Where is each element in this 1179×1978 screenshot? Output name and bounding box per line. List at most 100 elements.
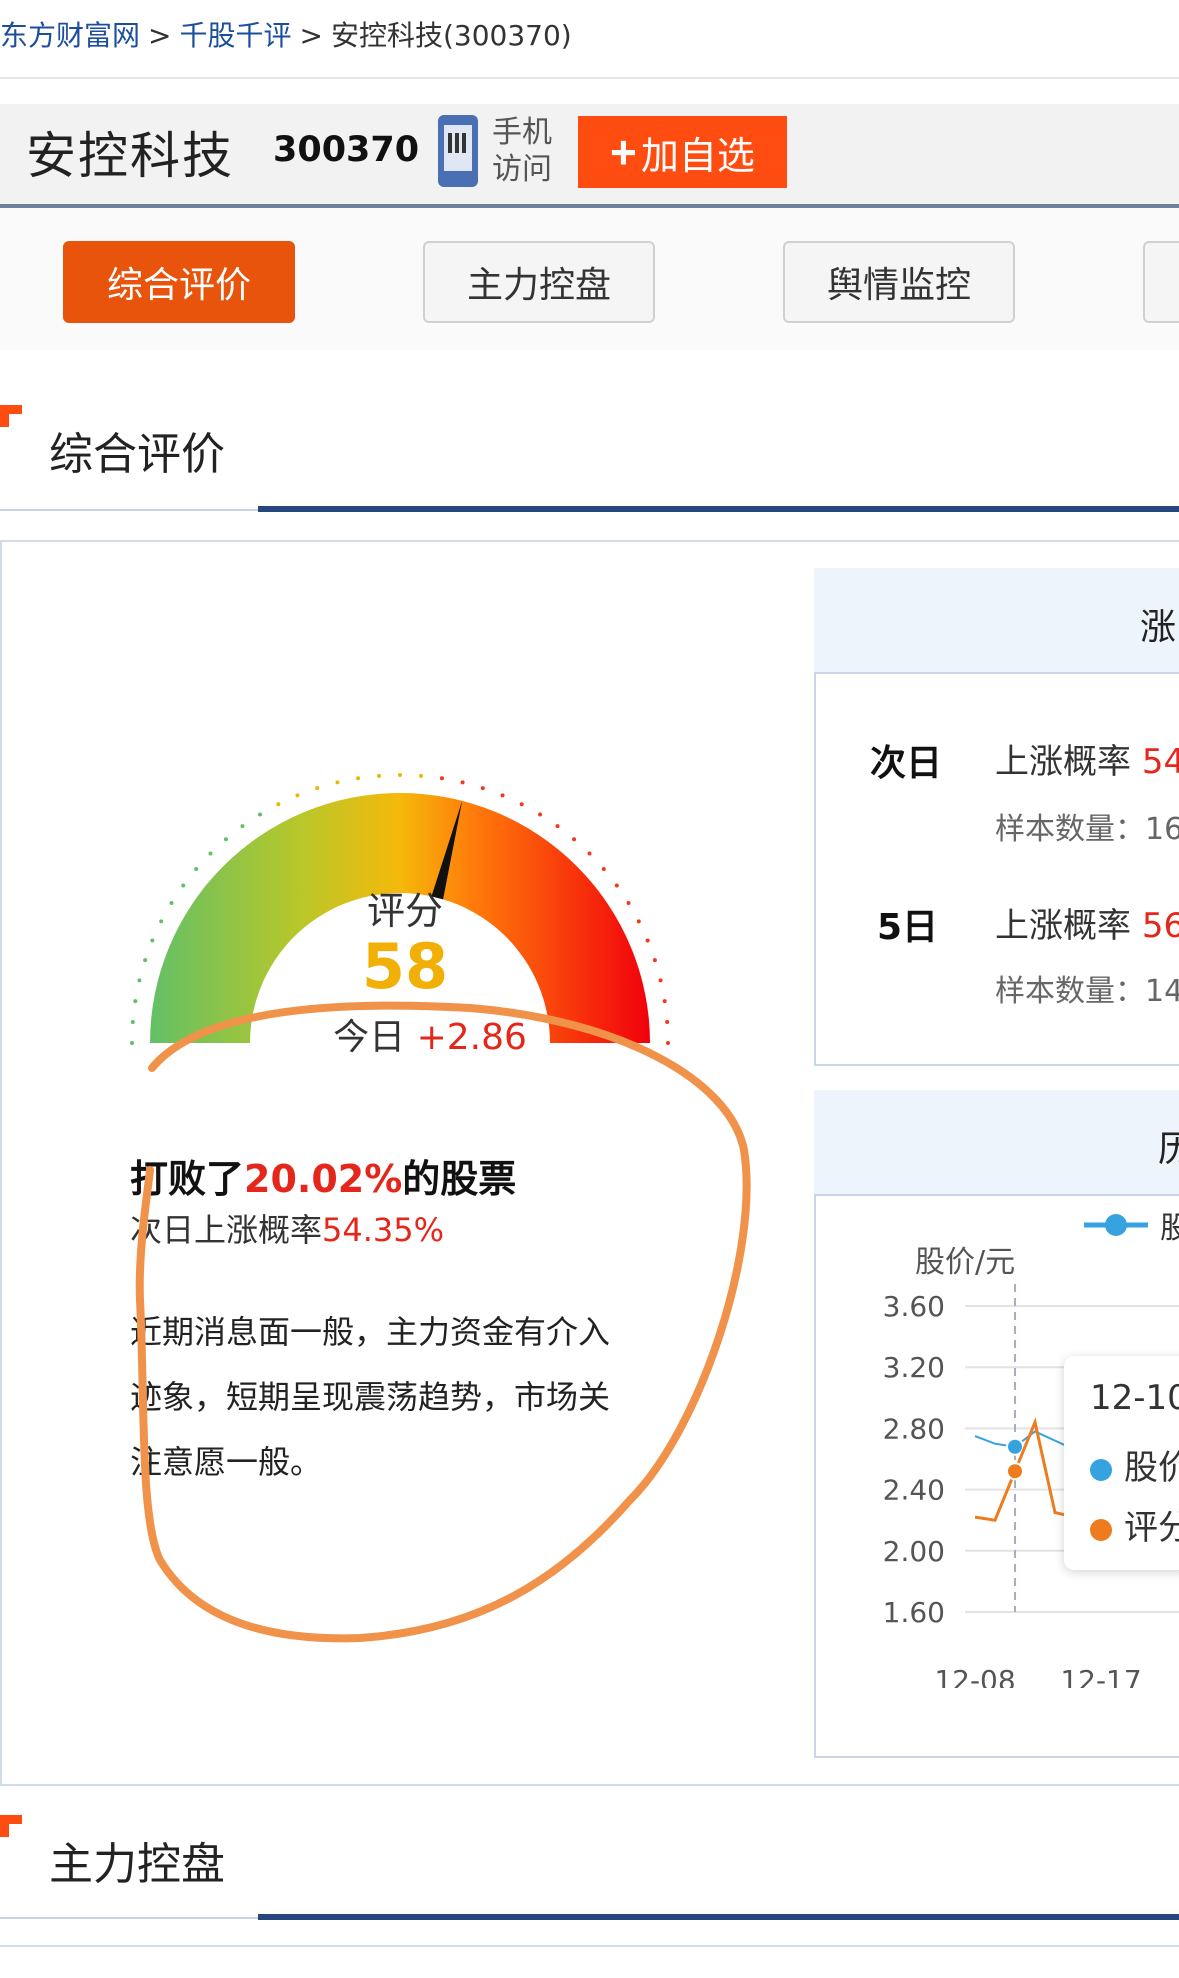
plus-icon: +	[610, 126, 637, 178]
score-series-line	[974, 1417, 1076, 1522]
gauge-tick-dot	[645, 938, 650, 943]
today-change: 今日 +2.86	[300, 1008, 560, 1060]
gauge-tick-dot	[181, 883, 186, 888]
tooltip-price-label: 股价	[1124, 1448, 1179, 1488]
row-next-day-sample: 样本数量：16	[995, 804, 1179, 848]
gauge-tick-dot	[636, 919, 641, 924]
next-day-label: 次日上涨概率	[130, 1211, 323, 1249]
mobile-access-link[interactable]: 手机 访问	[492, 114, 552, 188]
price-highlight-point	[1006, 1437, 1024, 1456]
gauge-tick-dot	[626, 900, 631, 905]
tab-next[interactable]	[1143, 241, 1179, 323]
section-corner-mark	[0, 405, 22, 427]
y-tick-label: 2.40	[883, 1474, 945, 1507]
mobile-qr-icon[interactable]	[438, 115, 478, 187]
tooltip-score-label: 评分	[1124, 1508, 1179, 1548]
next-day-percent: 54.35%	[322, 1211, 445, 1249]
gauge-tick-dot	[601, 866, 606, 871]
gauge-tick-dot	[133, 999, 138, 1004]
score-label: 评分	[366, 889, 443, 933]
tab-main-control[interactable]: 主力控盘	[423, 241, 655, 323]
rise-card-title: 涨	[1140, 607, 1177, 648]
chart-tooltip: 12-10 股价 评分	[1064, 1356, 1179, 1570]
gauge-tick-dot	[614, 883, 619, 888]
y-tick-label: 2.80	[883, 1412, 945, 1445]
tab-sentiment-monitor[interactable]: 舆情监控	[783, 241, 1015, 323]
gauge-tick-dot	[666, 1041, 670, 1045]
next-day-probability: 次日上涨概率54.35%	[130, 1205, 444, 1251]
prob-value: 54	[1141, 742, 1179, 782]
x-tick-label: 12-17	[1060, 1664, 1141, 1688]
gauge-tick-dot	[130, 1041, 134, 1045]
control-panel-top	[0, 1945, 1179, 1978]
gauge-tick-dot	[652, 958, 657, 963]
divider	[0, 77, 1179, 79]
x-tick-label: 12-08	[934, 1664, 1015, 1688]
gauge-tick-dot	[130, 1019, 135, 1024]
gauge-tick-dot	[315, 786, 320, 791]
score-dot-icon	[1090, 1518, 1112, 1541]
gauge-tick-dot	[419, 773, 424, 778]
stock-name: 安控科技	[26, 127, 234, 185]
gauge-tick-dot	[240, 824, 245, 829]
breadcrumb: 东方财富网 > 千股千评 > 安控科技(300370)	[0, 14, 572, 54]
row-next-day-label: 次日	[870, 743, 943, 784]
gauge-tick-dot	[223, 837, 228, 842]
section-title-overall: 综合评价	[49, 429, 225, 480]
section-title-control: 主力控盘	[49, 1839, 225, 1890]
row-5day-sample: 样本数量：14	[995, 966, 1179, 1010]
gauge-tick-dot	[208, 851, 213, 856]
row-5day-prob: 上涨概率 56	[995, 898, 1179, 947]
prob-label: 上涨概率	[995, 742, 1131, 782]
gauge-tick-dot	[662, 999, 667, 1004]
prob-value: 56	[1141, 906, 1179, 946]
beat-suffix: 的股票	[402, 1157, 517, 1201]
row-5day-label: 5日	[877, 907, 939, 948]
mobile-label-line1: 手机	[492, 115, 552, 150]
beat-percent: 20.02%	[244, 1157, 403, 1201]
gauge-tick-dot	[257, 812, 262, 817]
sample-value: 16	[1145, 812, 1179, 847]
sample-label: 样本数量：	[995, 812, 1145, 847]
gauge-tick-dot	[356, 776, 361, 781]
add-watchlist-button[interactable]: + 加自选	[578, 116, 787, 188]
rise-card-header: 涨	[814, 568, 1179, 674]
gauge-tick-dot	[555, 824, 560, 829]
gauge-tick-dot	[519, 802, 524, 807]
y-tick-label: 3.20	[883, 1351, 945, 1384]
price-dot-icon	[1090, 1458, 1112, 1481]
y-tick-label: 2.00	[883, 1535, 945, 1568]
rating-description: 近期消息面一般，主力资金有介入迹象，短期呈现震荡趋势，市场关注意愿一般。	[130, 1313, 611, 1481]
y-tick-label: 1.60	[883, 1596, 945, 1629]
breadcrumb-separator: >	[148, 19, 172, 52]
score-highlight-point	[1006, 1462, 1024, 1481]
gauge-tick-dot	[665, 1019, 670, 1024]
breadcrumb-separator: >	[299, 19, 323, 52]
today-label: 今日	[333, 1017, 406, 1058]
gauge-tick-dot	[587, 851, 592, 856]
tooltip-price-item: 股价	[1090, 1440, 1179, 1489]
prob-label: 上涨概率	[995, 906, 1131, 946]
gauge-tick-dot	[159, 919, 164, 924]
tab-overall-rating[interactable]: 综合评价	[63, 241, 295, 323]
section-divider-accent	[258, 1914, 1179, 1920]
beat-summary: 打败了20.02%的股票	[130, 1148, 516, 1203]
history-card-title: 历	[1158, 1129, 1179, 1170]
breadcrumb-qgqp-link[interactable]: 千股千评	[179, 19, 291, 52]
section-divider-accent	[258, 506, 1179, 512]
gauge-tick-dot	[276, 802, 281, 807]
breadcrumb-home-link[interactable]: 东方财富网	[0, 19, 140, 52]
gauge-tick-dot	[398, 773, 402, 777]
gauge-tick-dot	[500, 793, 505, 798]
gauge-tick-dot	[480, 786, 485, 791]
gauge-tick-dot	[137, 978, 142, 983]
tooltip-score-item: 评分	[1090, 1500, 1179, 1549]
sample-label: 样本数量：	[995, 974, 1145, 1009]
gauge-tick-dot	[538, 812, 543, 817]
beat-prefix: 打败了	[130, 1157, 245, 1201]
row-next-day-prob: 上涨概率 54	[995, 734, 1179, 783]
gauge-tick-dot	[169, 900, 174, 905]
gauge-tick-dot	[460, 780, 465, 785]
gauge-tick-dot	[194, 866, 199, 871]
gauge-tick-dot	[335, 780, 340, 785]
